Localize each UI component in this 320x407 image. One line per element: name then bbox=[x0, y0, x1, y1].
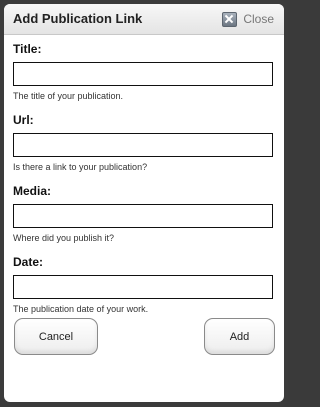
dialog-title: Add Publication Link bbox=[13, 11, 143, 26]
add-publication-dialog: Add Publication Link Close Title: The ti… bbox=[4, 4, 284, 402]
add-button[interactable]: Add bbox=[204, 318, 275, 355]
url-input[interactable] bbox=[13, 133, 273, 157]
url-label: Url: bbox=[13, 113, 34, 127]
title-field-group: Title: The title of your publication. bbox=[13, 42, 275, 101]
date-label: Date: bbox=[13, 255, 44, 269]
title-input[interactable] bbox=[13, 62, 273, 86]
date-help-text: The publication date of your work. bbox=[13, 304, 149, 314]
date-input[interactable] bbox=[13, 275, 273, 299]
date-field-group: Date: The publication date of your work. bbox=[13, 255, 275, 314]
dialog-titlebar: Add Publication Link Close bbox=[4, 4, 284, 35]
media-field-group: Media: Where did you publish it? bbox=[13, 184, 275, 243]
media-input[interactable] bbox=[13, 204, 273, 228]
media-label: Media: bbox=[13, 184, 52, 198]
url-field-group: Url: Is there a link to your publication… bbox=[13, 113, 275, 172]
close-label[interactable]: Close bbox=[243, 12, 274, 26]
url-help-text: Is there a link to your publication? bbox=[13, 162, 148, 172]
dialog-frame: Add Publication Link Close Title: The ti… bbox=[0, 0, 288, 407]
close-icon[interactable] bbox=[222, 11, 238, 27]
title-label: Title: bbox=[13, 42, 42, 56]
media-help-text: Where did you publish it? bbox=[13, 233, 115, 243]
title-help-text: The title of your publication. bbox=[13, 91, 124, 101]
cancel-button[interactable]: Cancel bbox=[14, 318, 98, 355]
close-button[interactable]: Close bbox=[222, 11, 274, 27]
